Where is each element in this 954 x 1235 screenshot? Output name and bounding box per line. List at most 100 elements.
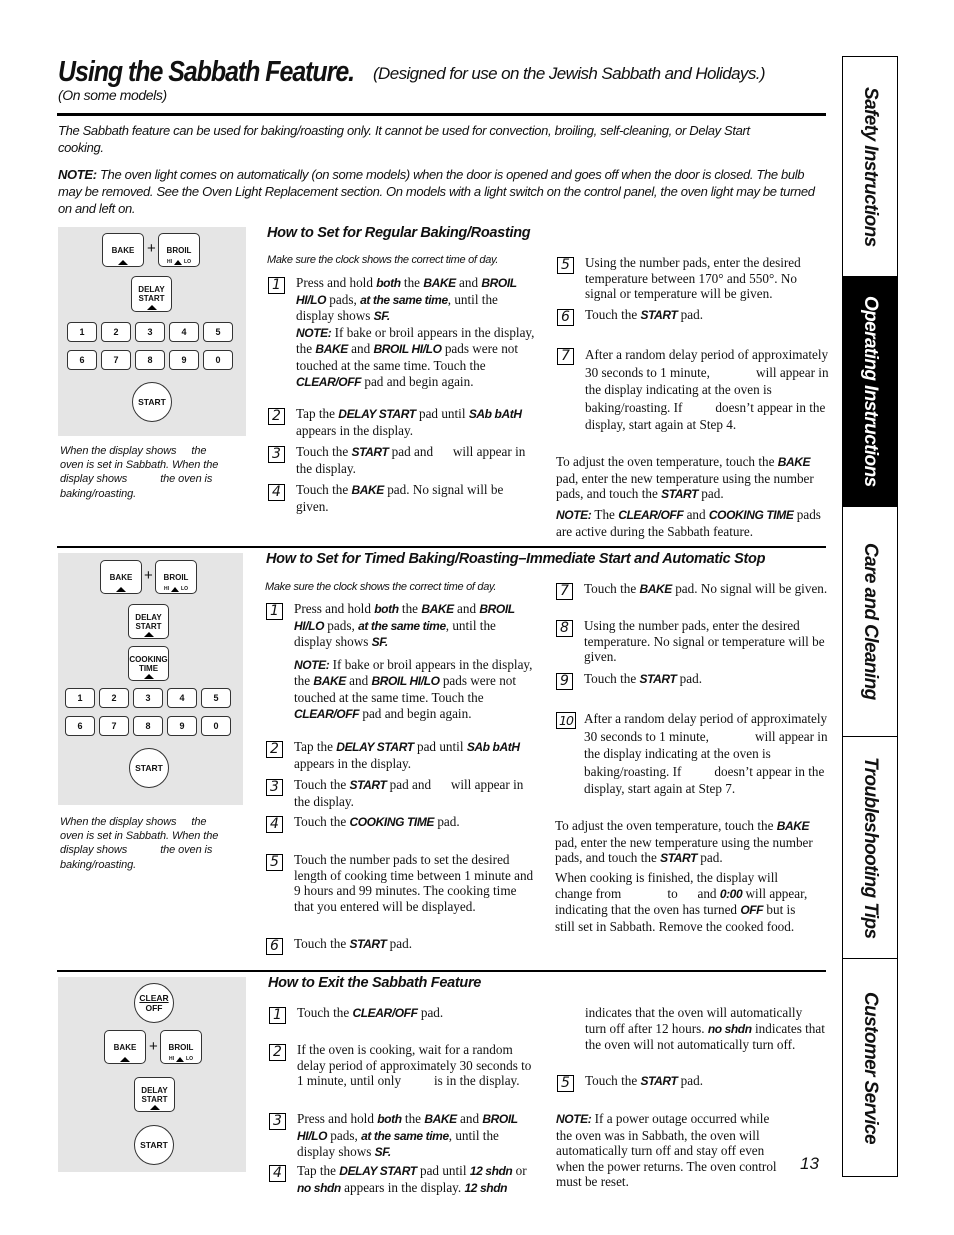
page-number: 13	[800, 1154, 819, 1173]
start-pad[interactable]: START	[129, 748, 169, 788]
number-pad-1[interactable]: 1	[65, 688, 95, 708]
number-pad-7[interactable]: 7	[101, 350, 131, 370]
caption-text: display shows	[60, 473, 128, 486]
text-run: pad and begin again.	[359, 705, 472, 721]
step-number: 3	[266, 779, 283, 796]
tab-operating-instructions[interactable]: Operating Instructions	[843, 277, 897, 507]
broil-hilo-pad[interactable]: BROIL HI LO	[158, 233, 200, 267]
pad-name-emphasis: BAKE	[777, 455, 811, 469]
number-pad-5[interactable]: 5	[201, 688, 231, 708]
step-text: Touch the START pad and will appear in t…	[296, 444, 538, 476]
start-pad[interactable]: START	[132, 382, 172, 422]
step-4-continued: indicates that the oven will automatical…	[585, 1005, 825, 1053]
pad-name-emphasis: SAb bAtH	[466, 740, 520, 754]
pad-name-emphasis: at the same time	[358, 618, 446, 633]
tab-troubleshooting-tips[interactable]: Troubleshooting Tips	[843, 737, 897, 959]
caption-text: display shows	[60, 844, 128, 857]
delay-start-pad[interactable]: DELAY START	[131, 276, 172, 312]
number-pad-4[interactable]: 4	[169, 322, 199, 342]
text-run: display shows	[296, 308, 374, 324]
number-pad-9[interactable]: 9	[169, 350, 199, 370]
hi-label: HI	[167, 259, 173, 265]
tab-customer-service[interactable]: Customer Service	[843, 959, 897, 1176]
pad-name-emphasis: BAKE	[639, 582, 672, 596]
text-run: and	[345, 673, 372, 689]
step-text: Touch the COOKING TIME pad.	[294, 814, 536, 831]
step-number: 10	[556, 712, 576, 729]
number-pad-7[interactable]: 7	[99, 716, 129, 736]
step-3: 3 Touch the START pad and will appear in…	[266, 777, 536, 809]
indicator-triangle-icon	[176, 1057, 185, 1062]
keypad-panel-regular: BAKE + BROIL HI LO DELAY START 1 2 3 4 5 6…	[58, 227, 246, 436]
step-4: 4 Touch the BAKE pad. No signal will be …	[268, 482, 538, 514]
pad-name-emphasis: BROIL	[481, 276, 517, 290]
step-number: 8	[556, 620, 573, 637]
pad-name-emphasis: 12 shdn	[469, 1164, 513, 1178]
number-pad-3[interactable]: 3	[133, 688, 163, 708]
text-run: display shows	[294, 634, 372, 650]
text-run: pad until	[416, 1163, 470, 1178]
active-pads-note: NOTE: The CLEAR/OFF and COOKING TIME pad…	[556, 507, 831, 539]
pad-name-emphasis: SAb bAtH	[468, 407, 522, 421]
number-pad-6[interactable]: 6	[67, 350, 97, 370]
step-number: 5	[266, 854, 283, 871]
section-heading-timed: How to Set for Timed Baking/Roasting–Imm…	[266, 551, 766, 567]
pad-name-emphasis: DELAY START	[339, 1164, 417, 1178]
pad-name-emphasis: START	[351, 445, 389, 459]
number-pad-6[interactable]: 6	[65, 716, 95, 736]
text-run: pad.	[417, 1005, 444, 1020]
cooking-time-pad[interactable]: COOKING TIME	[128, 646, 169, 681]
tab-safety-instructions[interactable]: Safety Instructions	[843, 57, 897, 277]
start-pad[interactable]: START	[134, 1125, 174, 1165]
clear-label: CLEAR	[139, 993, 169, 1003]
number-pad-2[interactable]: 2	[101, 322, 131, 342]
number-pad-8[interactable]: 8	[133, 716, 163, 736]
number-pad-2[interactable]: 2	[99, 688, 129, 708]
keypad-panel-exit: CLEAR OFF BAKE + BROIL HI LO DELAY START ST…	[58, 977, 246, 1172]
text-run: Tap the	[294, 739, 337, 754]
text-run: and	[683, 507, 709, 522]
pad-name-emphasis: BAKE	[351, 483, 384, 497]
broil-hilo-pad[interactable]: BROIL HI LO	[160, 1030, 202, 1064]
section-tabs: Safety Instructions Operating Instructio…	[842, 56, 898, 1177]
text-run: , until the	[445, 617, 496, 633]
pad-name-emphasis: NOTE:	[294, 657, 330, 672]
delay-start-pad[interactable]: DELAY START	[134, 1077, 175, 1112]
number-pad-3[interactable]: 3	[135, 322, 165, 342]
pad-name-emphasis: START	[661, 487, 698, 502]
pad-name-emphasis: both	[374, 602, 399, 616]
step-text: If the oven is cooking, wait for a rando…	[297, 1042, 532, 1089]
caption-text: baking/roasting.	[60, 487, 137, 500]
delay-start-pad[interactable]: DELAY START	[128, 604, 169, 639]
number-pad-8[interactable]: 8	[135, 350, 165, 370]
broil-pad-label: BROIL	[168, 1042, 194, 1052]
start-label: START	[138, 294, 165, 303]
bake-pad[interactable]: BAKE	[100, 560, 142, 594]
bake-pad[interactable]: BAKE	[102, 233, 144, 267]
step-2: 2 Tap the DELAY START pad until SAb bAtH…	[266, 739, 536, 771]
number-pad-5[interactable]: 5	[203, 322, 233, 342]
pad-name-emphasis: no shdn	[707, 1021, 752, 1036]
time-label: TIME	[138, 663, 159, 673]
step-number: 2	[269, 1044, 286, 1061]
number-pad-0[interactable]: 0	[203, 350, 233, 370]
text-run: Press and hold	[297, 1111, 378, 1126]
number-pad-0[interactable]: 0	[201, 716, 231, 736]
text-run: Tap the	[297, 1163, 340, 1178]
keypad-caption-timed: When the display shows the oven is set in…	[60, 815, 240, 872]
number-pad-4[interactable]: 4	[167, 688, 197, 708]
number-pad-9[interactable]: 9	[167, 716, 197, 736]
tab-care-and-cleaning[interactable]: Care and Cleaning	[843, 507, 897, 737]
text-run: Touch the	[296, 444, 352, 459]
step-3: 3 Press and hold both the BAKE and BROIL…	[269, 1111, 539, 1161]
text-run: Touch the	[585, 1073, 641, 1088]
number-pad-1[interactable]: 1	[67, 322, 97, 342]
broil-hilo-pad[interactable]: BROIL HI LO	[155, 560, 197, 594]
start-label: START	[135, 621, 162, 631]
step-text: Tap the DELAY START pad until SAb bAtH a…	[294, 739, 536, 771]
step-number: 6	[266, 938, 283, 955]
clear-off-pad[interactable]: CLEAR OFF	[134, 983, 174, 1023]
step-number: 1	[268, 277, 285, 294]
lo-label: LO	[186, 1056, 193, 1062]
bake-pad[interactable]: BAKE	[104, 1030, 146, 1064]
